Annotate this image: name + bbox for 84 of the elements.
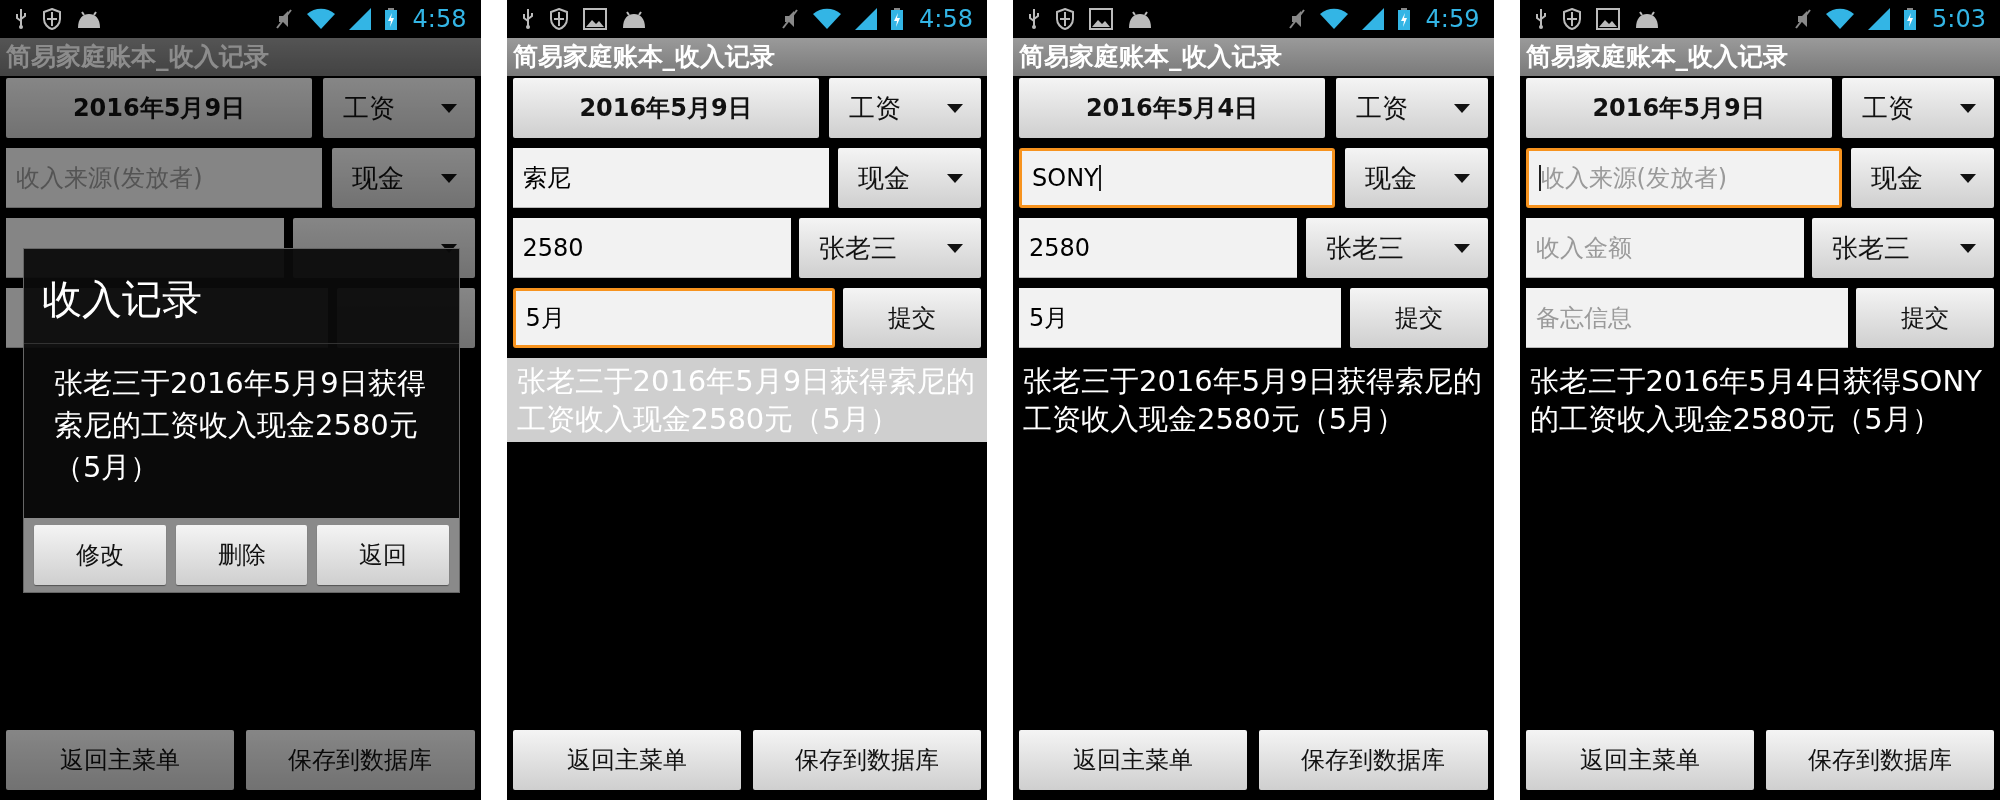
- dropdown-caret-icon: [1960, 103, 1976, 113]
- main-menu-button[interactable]: 返回主菜单: [1019, 730, 1248, 790]
- app-title-bar: 简易家庭账本_收入记录: [1013, 38, 1494, 76]
- category-dropdown[interactable]: 工资: [1335, 78, 1488, 138]
- dialog-message: 张老三于2016年5月9日获得索尼的工资收入现金2580元（5月）: [53, 365, 427, 486]
- clock: 4:59: [1425, 4, 1480, 35]
- signal-icon: [1361, 8, 1384, 30]
- android-icon: [76, 10, 102, 28]
- source-field[interactable]: 索尼: [512, 148, 829, 208]
- main-menu-button[interactable]: 返回主菜单: [1525, 730, 1754, 790]
- date-button[interactable]: 2016年5月9日: [512, 78, 819, 138]
- payment-dropdown[interactable]: 现金: [1851, 148, 1994, 208]
- save-button[interactable]: 保存到数据库: [1259, 730, 1488, 790]
- person-dropdown[interactable]: 张老三: [1812, 218, 1994, 278]
- shield-icon: [1561, 8, 1582, 30]
- dropdown-caret-icon: [947, 243, 963, 253]
- payment-dropdown[interactable]: 现金: [1344, 148, 1488, 208]
- clock: 5:03: [1932, 4, 1986, 35]
- signal-icon: [348, 8, 371, 30]
- mute-icon: [781, 8, 800, 30]
- clock: 4:58: [412, 4, 467, 35]
- date-button[interactable]: 2016年5月9日: [6, 78, 312, 138]
- clock: 4:58: [919, 4, 973, 35]
- wifi-icon: [1826, 8, 1855, 30]
- category-dropdown[interactable]: 工资: [829, 78, 981, 138]
- wifi-icon: [306, 8, 335, 30]
- android-icon: [1127, 10, 1153, 28]
- source-field[interactable]: SONY: [1019, 148, 1335, 208]
- battery-icon: [891, 8, 904, 30]
- usb-icon: [1027, 8, 1041, 30]
- amount-field[interactable]: 2580: [1019, 218, 1297, 278]
- mute-icon: [274, 8, 293, 30]
- memo-field[interactable]: 5月: [512, 288, 835, 348]
- save-button[interactable]: 保存到数据库: [1765, 730, 1994, 790]
- person-dropdown[interactable]: 张老三: [1305, 218, 1488, 278]
- submit-button[interactable]: 提交: [1349, 288, 1488, 348]
- battery-icon: [384, 8, 397, 30]
- mute-icon: [1287, 8, 1306, 30]
- save-button[interactable]: 保存到数据库: [246, 730, 475, 790]
- dropdown-caret-icon: [947, 103, 963, 113]
- usb-icon: [1533, 8, 1548, 30]
- payment-dropdown[interactable]: 现金: [838, 148, 981, 208]
- dropdown-caret-icon: [440, 103, 457, 113]
- dialog-button[interactable]: 修改: [34, 525, 166, 585]
- amount-field[interactable]: 2580: [512, 218, 791, 278]
- dropdown-caret-icon: [1453, 243, 1470, 253]
- usb-icon: [520, 8, 535, 30]
- dialog-button[interactable]: 返回: [317, 525, 449, 585]
- battery-icon: [1397, 8, 1410, 30]
- date-button[interactable]: 2016年5月9日: [1525, 78, 1832, 138]
- app-title-bar: 简易家庭账本_收入记录: [0, 38, 481, 76]
- signal-icon: [855, 8, 878, 30]
- person-dropdown[interactable]: 张老三: [799, 218, 981, 278]
- dropdown-caret-icon: [440, 173, 457, 183]
- app-title-bar: 简易家庭账本_收入记录: [506, 38, 987, 76]
- dropdown-caret-icon: [947, 173, 963, 183]
- memo-field[interactable]: 5月: [1019, 288, 1341, 348]
- dialog-button[interactable]: 删除: [175, 525, 308, 585]
- dialog-title: 收入记录: [24, 249, 459, 344]
- wifi-icon: [813, 8, 842, 30]
- mute-icon: [1794, 8, 1813, 30]
- dropdown-caret-icon: [1960, 243, 1976, 253]
- shield-icon: [1055, 8, 1075, 30]
- main-menu-button[interactable]: 返回主菜单: [512, 730, 741, 790]
- dropdown-caret-icon: [1960, 173, 1976, 183]
- android-icon: [620, 10, 647, 28]
- date-button[interactable]: 2016年5月4日: [1019, 78, 1325, 138]
- android-icon: [1633, 10, 1660, 28]
- category-dropdown[interactable]: 工资: [322, 78, 475, 138]
- wifi-icon: [1319, 8, 1348, 30]
- submit-button[interactable]: 提交: [843, 288, 981, 348]
- usb-icon: [14, 8, 28, 30]
- app-title-bar: 简易家庭账本_收入记录: [1519, 38, 2000, 76]
- category-dropdown[interactable]: 工资: [1842, 78, 1994, 138]
- shield-icon: [548, 8, 569, 30]
- signal-icon: [1868, 8, 1891, 30]
- shield-icon: [42, 8, 62, 30]
- payment-dropdown[interactable]: 现金: [331, 148, 475, 208]
- dropdown-caret-icon: [1453, 173, 1470, 183]
- dropdown-caret-icon: [1453, 103, 1470, 113]
- submit-button[interactable]: 提交: [1856, 288, 1994, 348]
- save-button[interactable]: 保存到数据库: [752, 730, 981, 790]
- battery-icon: [1904, 8, 1917, 30]
- main-menu-button[interactable]: 返回主菜单: [6, 730, 235, 790]
